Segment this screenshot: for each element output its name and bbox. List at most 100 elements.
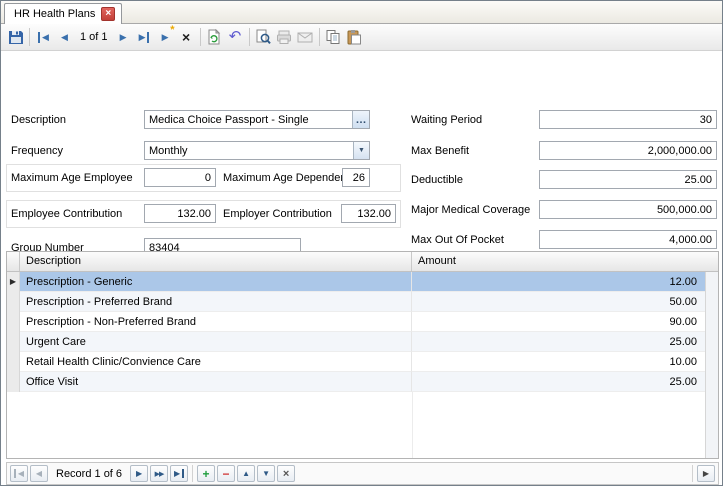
save-icon xyxy=(8,29,24,45)
max-benefit-input[interactable] xyxy=(540,142,716,159)
toolbar-separator xyxy=(319,28,320,46)
amount-cell[interactable]: 25.00 xyxy=(412,372,705,392)
delete-record-icon: × xyxy=(182,30,190,44)
refresh-button[interactable] xyxy=(204,26,225,48)
delete-row-button[interactable]: − xyxy=(217,465,235,482)
amount-cell[interactable]: 90.00 xyxy=(412,312,705,332)
print-preview-button[interactable] xyxy=(253,26,274,48)
employer-contribution-label: Employer Contribution xyxy=(223,208,332,220)
table-row[interactable]: Prescription - Non-Preferred Brand90.00 xyxy=(7,312,705,332)
email-button[interactable] xyxy=(295,26,316,48)
paste-button[interactable] xyxy=(344,26,365,48)
frequency-select[interactable] xyxy=(145,142,353,159)
cancel-edit-button[interactable]: × xyxy=(277,465,295,482)
table-row[interactable]: Urgent Care25.00 xyxy=(7,332,705,352)
record-prev-button[interactable]: ◀ xyxy=(30,465,48,482)
max-out-of-pocket-input[interactable] xyxy=(540,231,716,248)
row-indicator xyxy=(7,332,20,352)
table-row[interactable]: Office Visit25.00 xyxy=(7,372,705,392)
table-row[interactable]: Prescription - Preferred Brand50.00 xyxy=(7,292,705,312)
copy-button[interactable] xyxy=(323,26,344,48)
description-cell[interactable]: Retail Health Clinic/Convience Care xyxy=(20,352,412,372)
delete-record-button[interactable]: × xyxy=(176,26,197,48)
grid-vertical-scrollbar[interactable] xyxy=(705,272,718,458)
next-record-button[interactable]: ▶ xyxy=(113,26,134,48)
new-record-button[interactable]: ▶* xyxy=(155,26,176,48)
tab-strip: HR Health Plans × xyxy=(1,1,722,24)
amount-cell[interactable]: 12.00 xyxy=(412,272,705,292)
employee-contribution-label: Employee Contribution xyxy=(11,208,122,220)
column-header-description[interactable]: Description xyxy=(20,252,412,271)
move-up-button[interactable]: ▲ xyxy=(237,465,255,482)
close-tab-button[interactable]: × xyxy=(101,7,115,21)
last-record-button[interactable]: ▶ xyxy=(134,26,155,48)
max-benefit-label: Max Benefit xyxy=(411,145,469,157)
row-indicator xyxy=(7,312,20,332)
record-position-label: Record 1 of 6 xyxy=(56,468,122,480)
first-record-button[interactable]: ◀ xyxy=(33,26,54,48)
employee-contribution-field xyxy=(144,204,216,223)
employer-contribution-input[interactable] xyxy=(342,205,395,222)
save-button[interactable] xyxy=(5,26,26,48)
cancel-icon: × xyxy=(283,468,289,480)
hscroll-right-button[interactable]: ▶ xyxy=(697,465,715,482)
next-record-icon: ▶ xyxy=(120,32,127,43)
print-preview-icon xyxy=(255,29,271,45)
record-first-button[interactable]: ◀ xyxy=(10,465,28,482)
print-button[interactable] xyxy=(274,26,295,48)
record-next-page-button[interactable]: ▶▶ xyxy=(150,465,168,482)
footer-separator xyxy=(692,465,693,482)
footer-separator xyxy=(192,465,193,482)
description-cell[interactable]: Prescription - Non-Preferred Brand xyxy=(20,312,412,332)
waiting-period-label: Waiting Period xyxy=(411,114,482,126)
amount-cell[interactable]: 25.00 xyxy=(412,332,705,352)
last-record-icon: ▶ xyxy=(139,32,150,43)
new-record-icon: ▶ xyxy=(162,32,169,43)
table-row[interactable]: Retail Health Clinic/Convience Care10.00 xyxy=(7,352,705,372)
waiting-period-field xyxy=(539,110,717,129)
column-header-amount[interactable]: Amount xyxy=(412,252,718,271)
max-benefit-field xyxy=(539,141,717,160)
amount-cell[interactable]: 50.00 xyxy=(412,292,705,312)
maximum-age-dependent-input[interactable] xyxy=(343,169,369,186)
amount-cell[interactable]: 10.00 xyxy=(412,352,705,372)
table-row[interactable]: ▶Prescription - Generic12.00 xyxy=(7,272,705,292)
record-last-button[interactable]: ▶ xyxy=(170,465,188,482)
major-medical-coverage-input[interactable] xyxy=(540,201,716,218)
deductible-field xyxy=(539,170,717,189)
description-cell[interactable]: Office Visit xyxy=(20,372,412,392)
description-cell[interactable]: Urgent Care xyxy=(20,332,412,352)
waiting-period-input[interactable] xyxy=(540,111,716,128)
record-navigator: ◀ ◀ Record 1 of 6 ▶ ▶▶ ▶ + − ▲ ▼ × ▶ xyxy=(6,462,719,485)
tab-hr-health-plans[interactable]: HR Health Plans × xyxy=(4,3,122,24)
first-record-icon: ◀ xyxy=(38,32,49,43)
description-cell[interactable]: Prescription - Preferred Brand xyxy=(20,292,412,312)
description-lookup-button[interactable]: … xyxy=(352,111,369,128)
plus-icon: + xyxy=(203,467,210,481)
copy-icon xyxy=(325,29,341,45)
record-next-page-icon: ▶▶ xyxy=(155,470,164,478)
undo-icon: ↶ xyxy=(229,30,242,44)
frequency-label: Frequency xyxy=(11,145,63,157)
employee-contribution-input[interactable] xyxy=(145,205,215,222)
deductible-input[interactable] xyxy=(540,171,716,188)
maximum-age-employee-input[interactable] xyxy=(145,169,215,186)
new-record-star-icon: * xyxy=(170,26,174,34)
previous-record-button[interactable]: ◀ xyxy=(54,26,75,48)
record-next-button[interactable]: ▶ xyxy=(130,465,148,482)
append-row-button[interactable]: + xyxy=(197,465,215,482)
tab-label: HR Health Plans xyxy=(14,8,95,20)
description-input[interactable] xyxy=(145,111,352,128)
envelope-icon xyxy=(297,29,313,45)
chevron-down-icon: ▼ xyxy=(358,147,365,154)
description-cell[interactable]: Prescription - Generic xyxy=(20,272,412,292)
undo-button[interactable]: ↶ xyxy=(225,26,246,48)
grid-indicator-header xyxy=(7,252,20,271)
grid-header: Description Amount xyxy=(7,252,718,272)
record-prev-icon: ◀ xyxy=(36,469,42,478)
record-position: 1 of 1 xyxy=(75,31,113,43)
previous-record-icon: ◀ xyxy=(61,32,68,43)
maximum-age-employee-field xyxy=(144,168,216,187)
frequency-dropdown-button[interactable]: ▼ xyxy=(353,142,369,159)
move-down-button[interactable]: ▼ xyxy=(257,465,275,482)
